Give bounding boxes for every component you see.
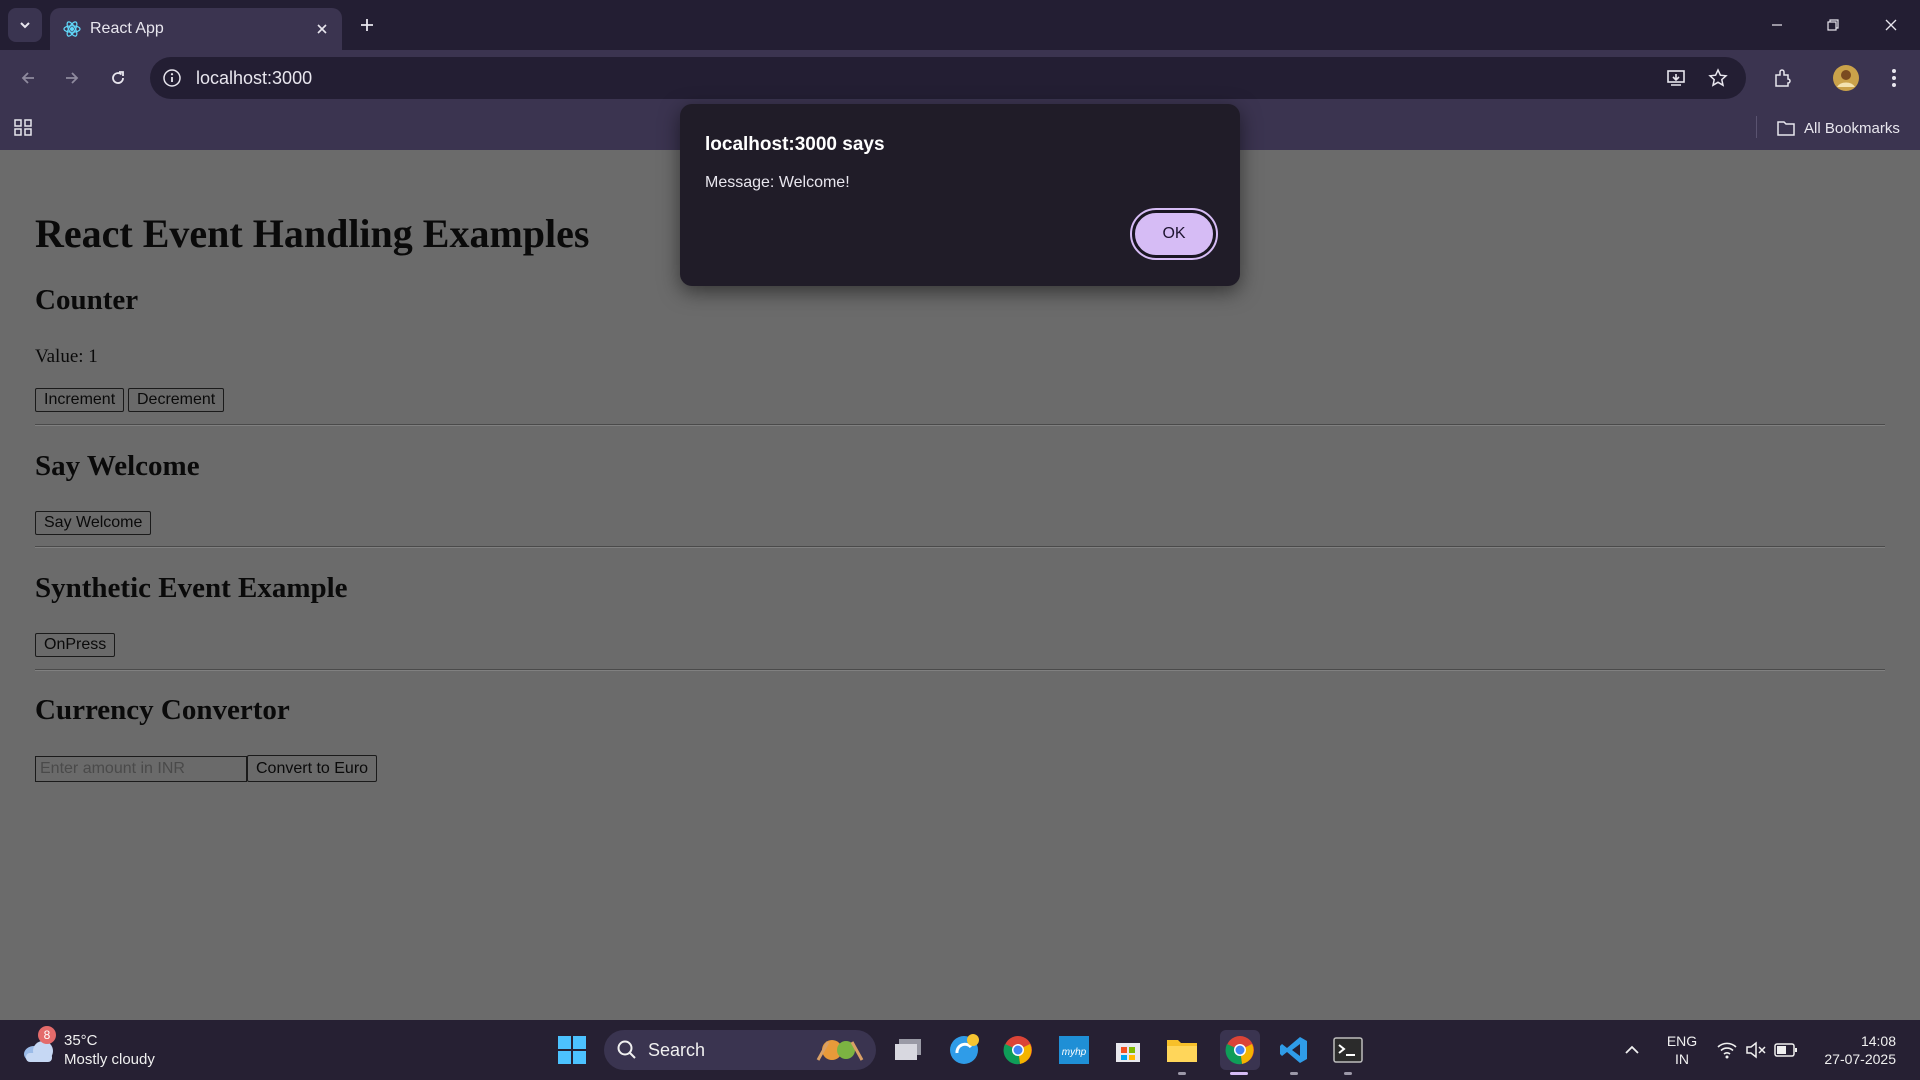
close-icon: [1885, 19, 1897, 31]
vscode-icon[interactable]: [1276, 1032, 1312, 1068]
folder-icon: [1777, 121, 1795, 136]
dialog-title: localhost:3000 says: [705, 134, 885, 155]
page-title: React Event Handling Examples: [35, 211, 590, 256]
minimize-icon: [1772, 24, 1782, 26]
onpress-button[interactable]: OnPress: [35, 633, 116, 657]
all-bookmarks-label: All Bookmarks: [1804, 119, 1900, 137]
currency-heading: Currency Convertor: [35, 694, 290, 726]
battery-icon[interactable]: [1768, 1032, 1804, 1068]
menu-kebab-icon[interactable]: [1878, 62, 1910, 94]
decrement-button[interactable]: Decrement: [128, 388, 225, 412]
welcome-heading: Say Welcome: [35, 450, 200, 482]
weather-temp: 35°C: [64, 1032, 98, 1049]
new-tab-button[interactable]: [354, 12, 380, 38]
address-bar[interactable]: localhost:3000: [150, 57, 1746, 99]
running-indicator: [1290, 1072, 1298, 1075]
taskbar: 8 35°C Mostly cloudy Search myhp ENG IN …: [0, 1020, 1920, 1080]
search-highlight-icon: [816, 1040, 864, 1061]
active-indicator: [1230, 1072, 1248, 1075]
restore-icon: [1827, 19, 1839, 31]
tab-search-button[interactable]: [8, 8, 42, 42]
running-indicator: [1178, 1072, 1186, 1075]
taskbar-search[interactable]: Search: [604, 1030, 876, 1070]
arrow-left-icon: [21, 72, 34, 84]
back-button[interactable]: [12, 62, 44, 94]
alert-dialog: localhost:3000 says Message: Welcome! OK: [680, 104, 1240, 286]
terminal-icon[interactable]: [1330, 1032, 1366, 1068]
plus-icon: [361, 19, 373, 31]
svg-text:myhp: myhp: [1062, 1047, 1087, 1058]
minimize-button[interactable]: [1762, 10, 1792, 40]
weather-badge: 8: [38, 1026, 56, 1044]
arrow-right-icon: [66, 72, 79, 84]
myhp-icon[interactable]: myhp: [1056, 1032, 1092, 1068]
site-info-icon[interactable]: [162, 68, 182, 88]
file-explorer-icon[interactable]: [1164, 1032, 1200, 1068]
weather-desc: Mostly cloudy: [64, 1051, 155, 1068]
divider: [35, 424, 1885, 426]
browser-tab[interactable]: React App: [50, 8, 342, 50]
extensions-icon[interactable]: [1766, 62, 1798, 94]
clock[interactable]: 14:08 27-07-2025: [1810, 1032, 1896, 1068]
running-indicator: [1344, 1072, 1352, 1075]
weather-widget[interactable]: 8 35°C Mostly cloudy: [20, 1026, 155, 1072]
install-app-icon[interactable]: [1660, 62, 1692, 94]
language-line-1: ENG: [1666, 1033, 1698, 1049]
reload-icon: [112, 71, 124, 84]
ok-button[interactable]: OK: [1130, 208, 1218, 260]
start-button[interactable]: [554, 1032, 590, 1068]
chevron-up-icon[interactable]: [1614, 1032, 1650, 1068]
restore-button[interactable]: [1818, 10, 1848, 40]
clock-date: 27-07-2025: [1824, 1051, 1896, 1067]
say-welcome-button[interactable]: Say Welcome: [35, 511, 152, 535]
forward-button[interactable]: [56, 62, 88, 94]
all-bookmarks-button[interactable]: All Bookmarks: [1776, 106, 1900, 150]
counter-heading: Counter: [35, 284, 139, 316]
task-view-icon[interactable]: [890, 1032, 926, 1068]
url-text: localhost:3000: [196, 68, 313, 88]
search-label: Search: [648, 1040, 706, 1060]
edge-browser-icon[interactable]: [946, 1032, 982, 1068]
chevron-down-icon: [20, 22, 30, 29]
tab-strip: React App: [0, 0, 1920, 50]
close-window-button[interactable]: [1876, 10, 1906, 40]
convert-to-euro-button[interactable]: Convert to Euro: [247, 755, 378, 782]
browser-toolbar: localhost:3000: [0, 50, 1920, 106]
bookmark-star-icon[interactable]: [1702, 62, 1734, 94]
dialog-message: Message: Welcome!: [705, 174, 850, 191]
windows-logo-icon: [558, 1036, 586, 1064]
microsoft-store-icon[interactable]: [1110, 1032, 1146, 1068]
divider: [35, 546, 1885, 548]
language-indicator[interactable]: ENG IN: [1665, 1032, 1699, 1068]
apps-grid-icon[interactable]: [12, 116, 36, 140]
synthetic-heading: Synthetic Event Example: [35, 572, 348, 604]
react-logo-icon: [63, 21, 81, 37]
profile-avatar[interactable]: [1830, 62, 1862, 94]
chrome-icon[interactable]: [1000, 1032, 1036, 1068]
tab-close-icon[interactable]: [312, 19, 332, 39]
tab-title: React App: [90, 20, 164, 37]
clock-time: 14:08: [1860, 1033, 1896, 1049]
counter-value: Value: 1: [35, 346, 98, 367]
reload-button[interactable]: [102, 62, 134, 94]
inr-amount-input[interactable]: [35, 756, 247, 782]
language-line-2: IN: [1675, 1051, 1689, 1067]
chrome-active-icon[interactable]: [1220, 1030, 1260, 1070]
bookmarks-divider: [1756, 116, 1757, 138]
divider: [35, 669, 1885, 671]
increment-button[interactable]: Increment: [35, 388, 125, 412]
search-icon: [617, 1040, 636, 1059]
